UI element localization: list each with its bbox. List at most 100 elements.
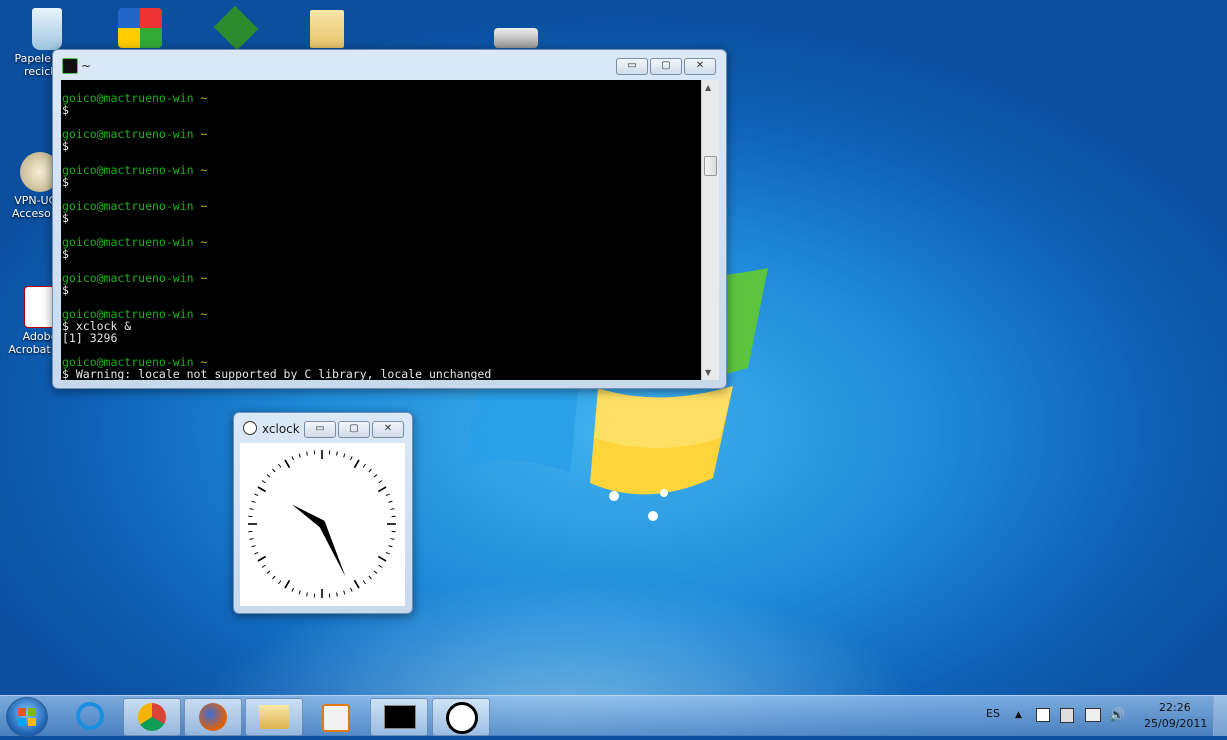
maximize-button[interactable]: ▢ xyxy=(338,421,370,438)
clock-tick xyxy=(379,481,382,483)
gvim-icon[interactable] xyxy=(214,6,259,51)
clock-tick xyxy=(363,464,365,467)
terminal-titlebar[interactable]: ~ ▭ ▢ ✕ xyxy=(53,50,726,78)
clock-tick xyxy=(390,539,394,540)
clock-tick xyxy=(250,509,254,510)
prompt-user: goico@mactrueno-win xyxy=(62,91,194,105)
clock-tick xyxy=(374,474,377,477)
warning-line: $ Warning: locale not supported by C lib… xyxy=(62,367,491,380)
xclock-titlebar[interactable]: xclock ▭ ▢ ✕ xyxy=(234,413,412,441)
clock-tick xyxy=(337,452,338,456)
clock-icon xyxy=(446,702,478,734)
scroll-thumb[interactable] xyxy=(704,156,717,176)
terminal-scrollbar[interactable]: ▲ ▼ xyxy=(701,80,719,380)
clock-tick xyxy=(254,494,258,496)
clock-tick xyxy=(386,552,390,554)
terminal-icon xyxy=(384,705,416,729)
show-hidden-icons-arrow-icon[interactable]: ▲ xyxy=(1015,710,1022,720)
volume-icon[interactable]: 🔊 xyxy=(1109,708,1125,723)
clock-tick xyxy=(262,565,265,567)
clock-tick xyxy=(344,454,345,458)
taskbar-media-player[interactable] xyxy=(306,698,362,734)
clock-tick xyxy=(344,591,345,595)
prompt-path: ~ xyxy=(201,91,208,105)
clock-icon xyxy=(243,421,257,435)
clock-date[interactable]: 25/09/2011 xyxy=(1144,717,1207,730)
internet-explorer-icon xyxy=(76,702,104,730)
clock-tick xyxy=(355,460,360,468)
network-icon[interactable] xyxy=(1085,708,1101,722)
clock-tick xyxy=(363,581,365,584)
close-button[interactable]: ✕ xyxy=(684,58,716,75)
clock-tick xyxy=(389,546,393,547)
prompt-symbol: $ xyxy=(62,139,69,153)
firefox-icon xyxy=(199,703,227,731)
action-center-flag-icon[interactable] xyxy=(1036,708,1050,722)
minimize-button[interactable]: ▭ xyxy=(304,421,336,438)
clock-tick xyxy=(258,557,266,562)
device-icon[interactable] xyxy=(1060,708,1074,723)
clock-tick xyxy=(389,501,393,502)
start-button[interactable] xyxy=(6,697,48,737)
scroll-down-arrow-icon[interactable]: ▼ xyxy=(705,368,711,377)
prompt-user: goico@mactrueno-win xyxy=(62,271,194,285)
clock-tick xyxy=(292,456,294,460)
clock-tick xyxy=(299,454,300,458)
clock-tick xyxy=(355,580,360,588)
clock-tick xyxy=(307,592,308,596)
clock-tick xyxy=(252,546,256,547)
taskbar-ie[interactable] xyxy=(62,698,118,734)
avg-icon[interactable] xyxy=(118,8,162,48)
clock-tick xyxy=(258,487,266,492)
clock-tick xyxy=(350,456,352,460)
xclock-window[interactable]: xclock ▭ ▢ ✕ xyxy=(233,412,413,614)
prompt-symbol: $ xyxy=(62,247,69,261)
clock-tick xyxy=(390,509,394,510)
clock-tick xyxy=(279,464,281,467)
clock-tick xyxy=(285,580,290,588)
terminal-icon xyxy=(62,58,78,74)
clock-tick xyxy=(267,474,270,477)
taskbar-firefox[interactable] xyxy=(184,698,242,736)
xclock-title: xclock xyxy=(262,422,300,436)
clock-time[interactable]: 22:26 xyxy=(1159,701,1191,714)
maximize-button[interactable]: ▢ xyxy=(650,58,682,75)
taskbar: ES ▲ 🔊 22:26 25/09/2011 xyxy=(0,695,1227,736)
minimize-button[interactable]: ▭ xyxy=(616,58,648,75)
clock-tick xyxy=(369,469,372,472)
network-drive-icon[interactable] xyxy=(494,28,538,48)
clock-tick xyxy=(337,592,338,596)
folder-icon[interactable] xyxy=(310,10,344,48)
terminal-output[interactable]: goico@mactrueno-win ~ $ goico@mactrueno-… xyxy=(61,80,702,380)
clock-tick xyxy=(267,571,270,574)
taskbar-explorer[interactable] xyxy=(245,698,303,736)
clock-minute-hand xyxy=(319,519,346,577)
chrome-icon xyxy=(138,703,166,731)
prompt-symbol: $ xyxy=(62,175,69,189)
recycle-bin-icon xyxy=(32,8,62,50)
prompt-symbol: $ xyxy=(62,283,69,297)
show-desktop-button[interactable] xyxy=(1213,696,1227,736)
job-line: [1] 3296 xyxy=(62,331,117,345)
close-button[interactable]: ✕ xyxy=(372,421,404,438)
scroll-up-arrow-icon[interactable]: ▲ xyxy=(705,83,711,92)
clock-tick xyxy=(254,552,258,554)
folder-icon xyxy=(259,705,289,729)
windows-start-icon xyxy=(7,698,47,736)
clock-tick xyxy=(374,571,377,574)
clock-tick xyxy=(378,487,386,492)
prompt-user: goico@mactrueno-win xyxy=(62,163,194,177)
language-indicator[interactable]: ES xyxy=(986,707,1000,720)
terminal-window[interactable]: ~ ▭ ▢ ✕ goico@mactrueno-win ~ $ goico@ma… xyxy=(52,49,727,389)
clock-tick xyxy=(285,460,290,468)
clock-tick xyxy=(272,576,275,579)
clock-tick xyxy=(299,591,300,595)
taskbar-terminal[interactable] xyxy=(370,698,428,736)
taskbar-xclock[interactable] xyxy=(432,698,490,736)
terminal-title: ~ xyxy=(81,59,91,73)
clock-tick xyxy=(307,452,308,456)
clock-tick xyxy=(379,565,382,567)
clock-tick xyxy=(378,557,386,562)
taskbar-chrome[interactable] xyxy=(123,698,181,736)
media-player-icon xyxy=(322,704,350,732)
